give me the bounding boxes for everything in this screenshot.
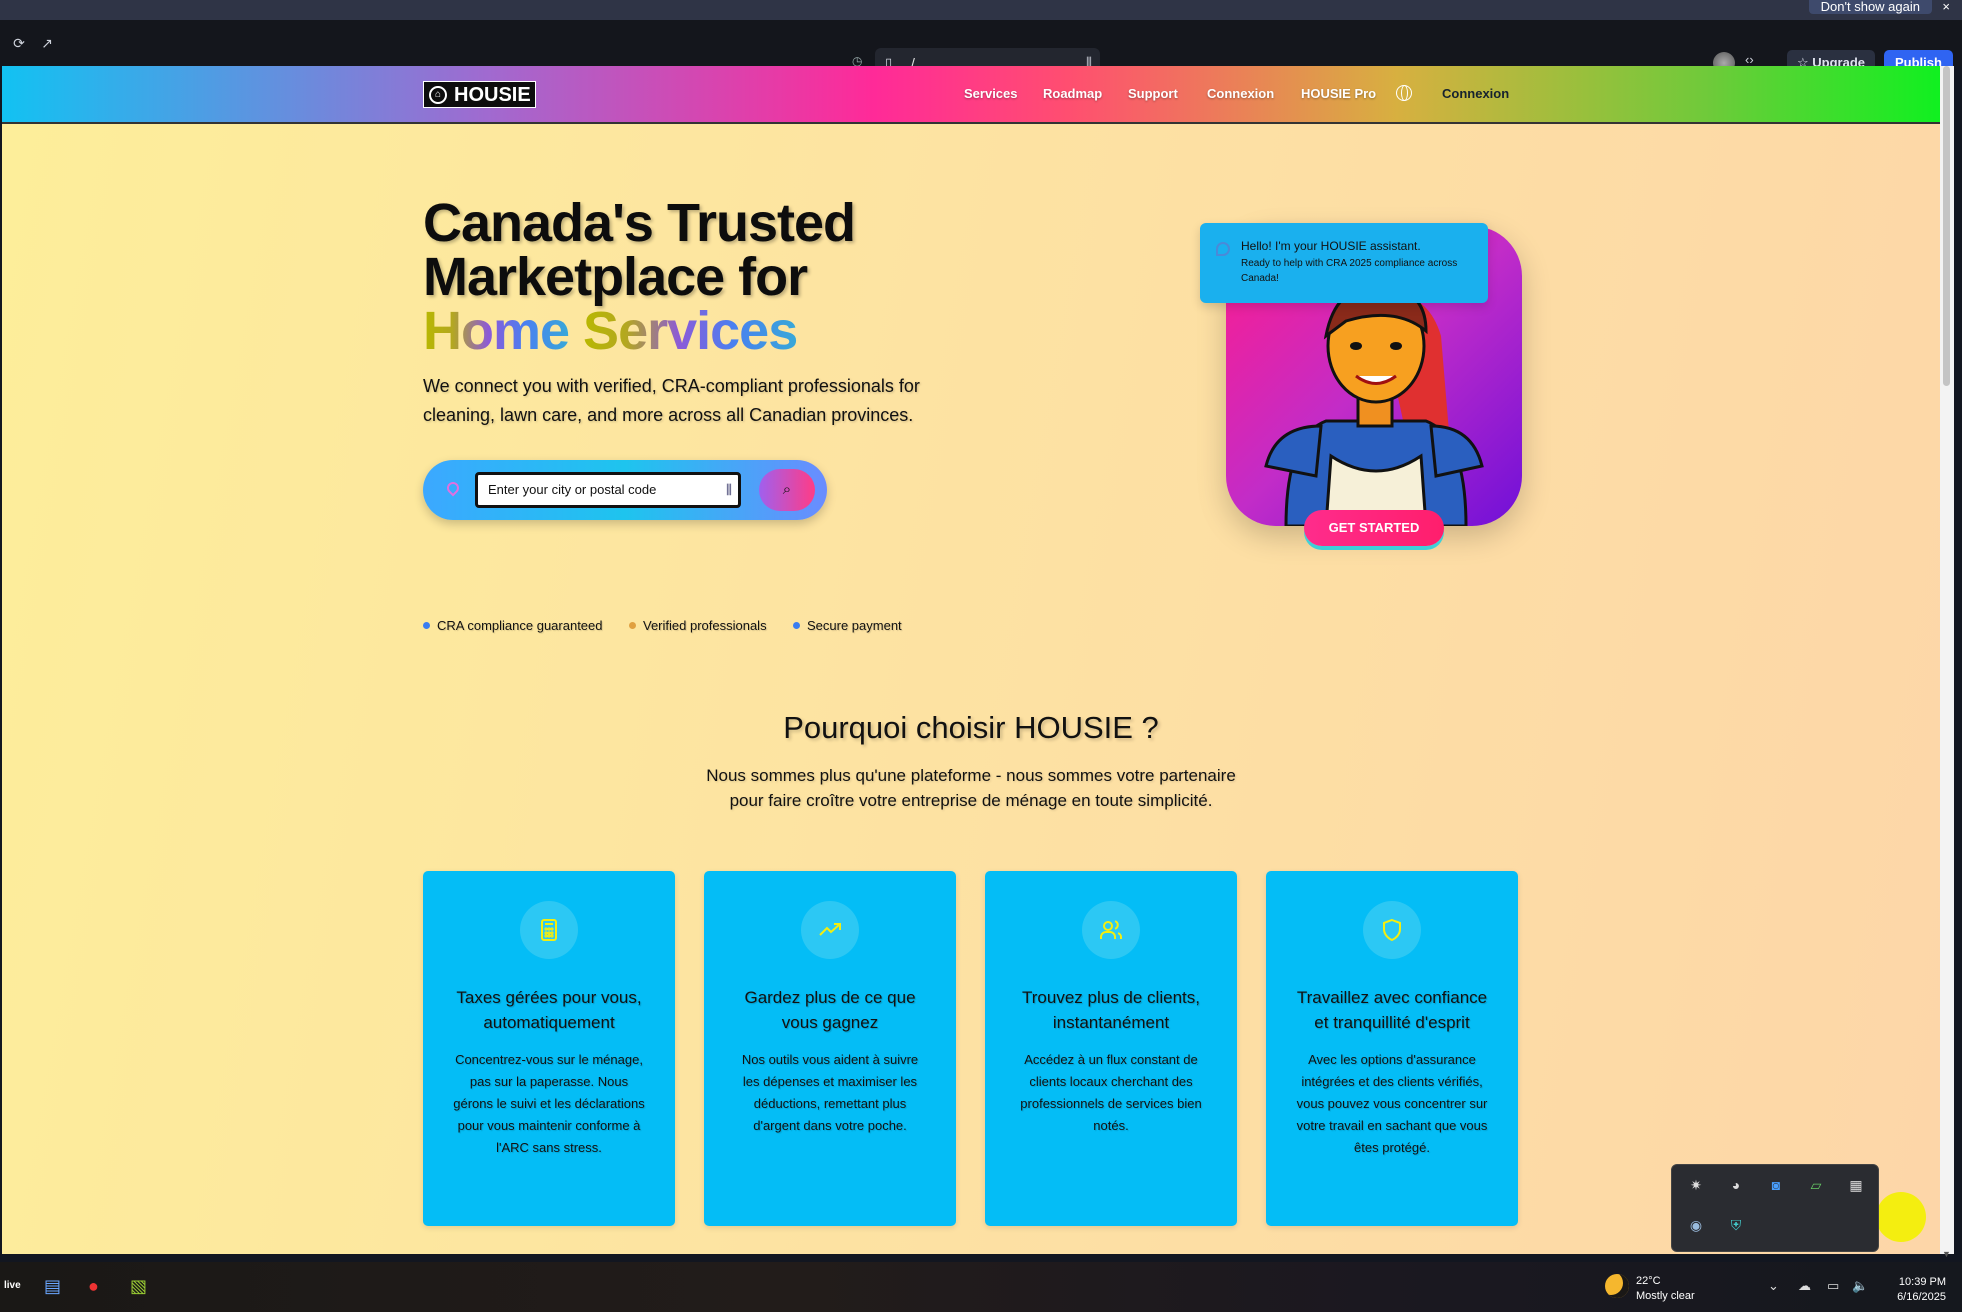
card-title: Taxes gérées pour vous, automatiquement — [456, 988, 642, 1032]
feature-card-earnings: Gardez plus de ce que vous gagnez Nos ou… — [704, 871, 956, 1226]
sun-app-icon[interactable]: ✷ — [1686, 1175, 1706, 1195]
code-icon[interactable]: ‹› — [1745, 52, 1754, 67]
logo-text: HOUSIE — [454, 84, 531, 106]
dont-show-again-button[interactable]: Don't show again — [1808, 0, 1932, 14]
location-pin-icon — [444, 479, 462, 497]
chat-launcher-button[interactable] — [1876, 1192, 1926, 1242]
trending-up-icon — [801, 901, 859, 959]
discord-icon[interactable]: ◕ — [1726, 1175, 1746, 1195]
hero-subtitle: We connect you with verified, CRA-compli… — [423, 376, 920, 425]
nav-roadmap[interactable]: Roadmap — [1043, 86, 1102, 101]
feature-cra: CRA compliance guaranteed — [423, 618, 603, 633]
steam-icon[interactable]: ◉ — [1686, 1215, 1706, 1235]
clock-date: 6/16/2025 — [1897, 1291, 1946, 1303]
onedrive-icon[interactable]: ☁ — [1798, 1278, 1811, 1294]
nav-support[interactable]: Support — [1128, 86, 1178, 101]
feature-verified: Verified professionals — [629, 618, 767, 633]
security-app-icon[interactable]: ◙ — [1766, 1175, 1786, 1195]
feature-label: CRA compliance guaranteed — [437, 618, 603, 633]
hero-title-line1: Canada's Trusted — [423, 193, 856, 253]
search-icon: ⌕ — [782, 481, 792, 498]
chat-icon — [1216, 242, 1230, 256]
nvidia-icon[interactable]: ▱ — [1806, 1175, 1826, 1195]
cherry-app-icon[interactable]: ● — [88, 1276, 99, 1297]
why-subtitle-line2: pour faire croître votre entreprise de m… — [729, 791, 1213, 810]
tray-overflow-popup: ✷ ◕ ◙ ▱ ▦ ◉ ⛨ — [1671, 1164, 1879, 1252]
why-subtitle: Nous sommes plus qu'une plateforme - nou… — [2, 763, 1940, 813]
search-button[interactable]: ⌕ — [759, 469, 815, 511]
weather-moon-icon[interactable] — [1605, 1274, 1629, 1298]
globe-icon[interactable] — [1396, 85, 1412, 101]
hero-title: Canada's Trusted Marketplace for Home Se… — [423, 193, 856, 361]
editor-toolbar: ⟳ ↗ ◷ ▯ / ⫼ ‹› ☆ Upgrade Publish — [0, 20, 1962, 78]
nvidia-taskbar-icon[interactable]: ▧ — [130, 1276, 147, 1297]
card-text: Avec les options d'assurance intégrées e… — [1296, 1052, 1488, 1155]
assistant-message: Ready to help with CRA 2025 compliance a… — [1241, 258, 1458, 284]
refresh-icon[interactable]: ⟳ — [8, 32, 30, 54]
site-preview: ⌂ HOUSIE Services Roadmap Support Connexi… — [2, 66, 1940, 1254]
volume-icon[interactable]: 🔈 — [1852, 1278, 1868, 1294]
feature-card-taxes: Taxes gérées pour vous, automatiquement … — [423, 871, 675, 1226]
system-clock[interactable]: 10:39 PM 6/16/2025 — [1882, 1275, 1946, 1305]
site-navbar: ⌂ HOUSIE Services Roadmap Support Connexi… — [2, 66, 1940, 124]
weather-widget[interactable]: 22°C Mostly clear — [1636, 1274, 1695, 1304]
temperature: 22°C — [1636, 1275, 1661, 1287]
weather-condition: Mostly clear — [1636, 1290, 1695, 1302]
search-placeholder: Enter your city or postal code — [488, 482, 657, 497]
city-postal-input[interactable]: Enter your city or postal code ⫼ — [475, 472, 741, 508]
home-icon: ⌂ — [429, 86, 447, 104]
feature-card-trust: Travaillez avec confiance et tranquillit… — [1266, 871, 1518, 1226]
card-title: Trouvez plus de clients, instantanément — [1022, 988, 1200, 1032]
feature-secure: Secure payment — [793, 618, 902, 633]
notepad-icon[interactable]: ▤ — [44, 1276, 61, 1297]
calculator-tray-icon[interactable]: ▦ — [1846, 1175, 1866, 1195]
assistant-chat-bubble[interactable]: Hello! I'm your HOUSIE assistant. Ready … — [1200, 223, 1488, 303]
windows-taskbar: live ▤ ● ▧ 22°C Mostly clear ⌄ ☁ ▭ 🔈 10:… — [0, 1262, 1962, 1312]
feature-label: Secure payment — [807, 618, 902, 633]
housie-logo[interactable]: ⌂ HOUSIE — [423, 81, 536, 108]
bullet-dot — [793, 622, 800, 629]
preview-scrollbar[interactable]: ▼ — [1940, 66, 1954, 1259]
location-search: Enter your city or postal code ⫼ ⌕ — [423, 460, 827, 520]
calculator-icon — [520, 901, 578, 959]
defender-icon[interactable]: ⛨ — [1726, 1215, 1746, 1235]
card-text: Concentrez-vous sur le ménage, pas sur l… — [453, 1052, 645, 1155]
feature-label: Verified professionals — [643, 618, 767, 633]
hero-title-home: Home — [423, 301, 570, 361]
nav-housie-pro[interactable]: HOUSIE Pro — [1301, 86, 1376, 101]
bullet-dot — [629, 622, 636, 629]
users-icon — [1082, 901, 1140, 959]
why-title: Pourquoi choisir HOUSIE ? — [783, 710, 1159, 745]
card-title: Gardez plus de ce que vous gagnez — [744, 988, 916, 1032]
scroll-down-arrow-icon[interactable]: ▼ — [1942, 1249, 1951, 1259]
feature-card-clients: Trouvez plus de clients, instantanément … — [985, 871, 1237, 1226]
card-text: Nos outils vous aident à suivre les dépe… — [741, 1052, 919, 1133]
open-external-icon[interactable]: ↗ — [36, 32, 58, 54]
shield-icon — [1363, 901, 1421, 959]
hero-title-services: Services — [583, 301, 798, 361]
network-icon[interactable]: ▭ — [1827, 1278, 1839, 1294]
nav-connexion[interactable]: Connexion — [1207, 86, 1274, 101]
live-label[interactable]: live — [4, 1280, 21, 1291]
card-text: Accédez à un flux constant de clients lo… — [1020, 1052, 1202, 1133]
notification-strip: Don't show again × — [0, 0, 1962, 20]
hero-title-line2: Marketplace for — [423, 247, 808, 307]
assistant-greeting: Hello! I'm your HOUSIE assistant. — [1241, 239, 1421, 253]
bullet-dot — [423, 622, 430, 629]
get-started-button[interactable]: GET STARTED — [1304, 510, 1444, 546]
chevron-up-icon[interactable]: ⌄ — [1768, 1278, 1779, 1294]
why-subtitle-line1: Nous sommes plus qu'une plateforme - nou… — [706, 766, 1236, 785]
card-title: Travaillez avec confiance et tranquillit… — [1296, 988, 1488, 1032]
nav-services[interactable]: Services — [964, 86, 1018, 101]
clock-time: 10:39 PM — [1898, 1276, 1946, 1288]
input-extension-icon[interactable]: ⫼ — [726, 475, 732, 505]
close-icon[interactable]: × — [1942, 0, 1950, 14]
scrollbar-thumb[interactable] — [1943, 66, 1950, 386]
nav-login-button[interactable]: Connexion — [1442, 86, 1509, 101]
